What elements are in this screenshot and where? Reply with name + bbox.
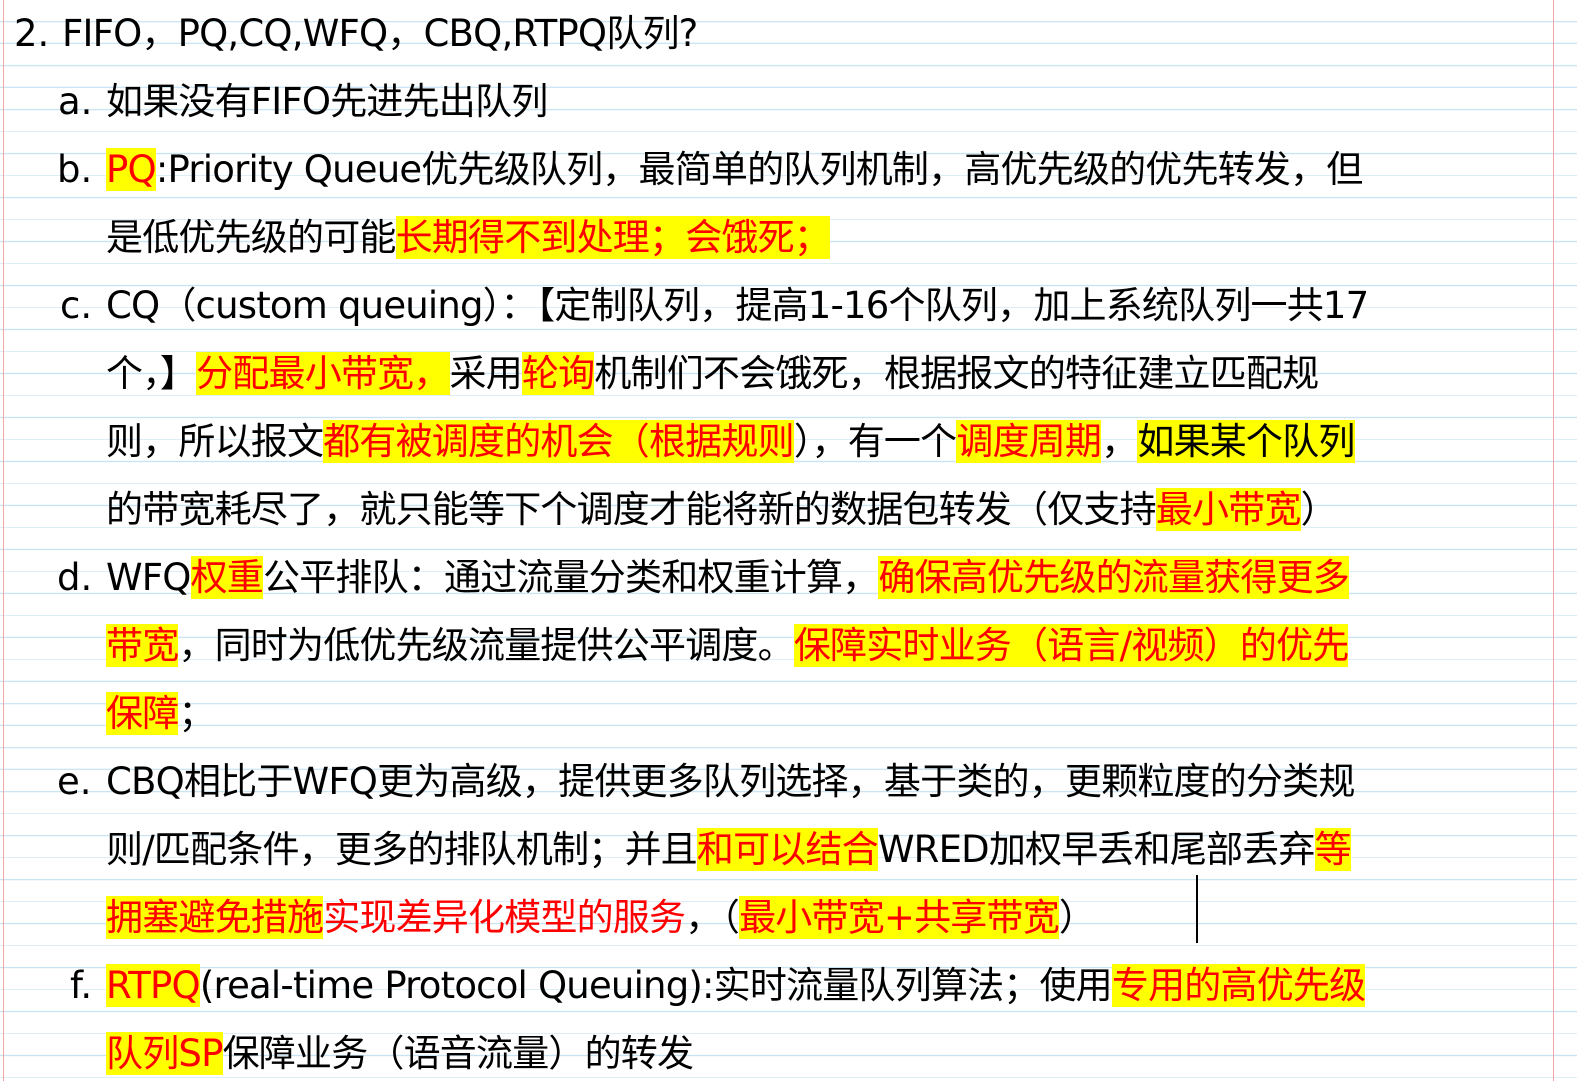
- item-line: PQ:Priority Queue优先级队列，最简单的队列机制，高优先级的优先转…: [106, 136, 1363, 204]
- item-line: 则/匹配条件，更多的排队机制；并且和可以结合WRED加权早丢和尾部丢弃等: [106, 816, 1352, 884]
- text-run: 采用: [449, 352, 523, 395]
- text-run: 都有被调度的机会（根据规则: [323, 420, 795, 463]
- text-run: RTPQ: [106, 964, 201, 1007]
- text-run: 队列SP: [106, 1032, 223, 1075]
- item-marker: c.: [60, 284, 93, 327]
- text-run: WRED加权早丢和尾部丢弃: [877, 828, 1316, 871]
- text-run: 最小带宽+共享带宽: [739, 896, 1060, 939]
- text-run: 分配最小带宽，: [196, 352, 450, 395]
- text-run: :Priority Queue优先级队列，最简单的队列机制，高优先级的优先转发，…: [155, 148, 1363, 191]
- text-run: ；: [178, 692, 215, 735]
- text-run: WFQ: [106, 556, 191, 599]
- text-run: 则/匹配条件，更多的排队机制；并且: [106, 828, 698, 871]
- item-line: RTPQ(real-time Protocol Queuing):实时流量队列算…: [106, 952, 1366, 1020]
- item-line: 个，】分配最小带宽，采用轮询机制们不会饿死，根据报文的特征建立匹配规: [106, 340, 1319, 408]
- text-run: 如果某个队列: [1137, 420, 1355, 463]
- text-run: 权重: [190, 556, 264, 599]
- left-margin-rule: [3, 0, 4, 1081]
- item-line: 带宽，同时为低优先级流量提供公平调度。保障实时业务（语言/视频）的优先: [106, 612, 1349, 680]
- text-run: ）: [1058, 896, 1096, 939]
- text-cursor: [1196, 875, 1198, 943]
- right-margin-rule: [1553, 0, 1554, 1081]
- text-run: 是低优先级的可能: [106, 216, 396, 259]
- text-run: 保障业务（语音流量）的转发: [222, 1032, 694, 1075]
- text-run: 轮询: [521, 352, 595, 395]
- text-run: 的带宽耗尽了，就只能等下个调度才能将新的数据包转发（仅支持: [106, 488, 1157, 531]
- heading-number: 2.: [14, 12, 50, 55]
- text-run: 带宽: [106, 624, 179, 667]
- text-run: 机制们不会饿死，根据报文的特征建立匹配规: [594, 352, 1319, 395]
- text-run: 如果没有FIFO先进先出队列: [106, 80, 548, 123]
- text-run: 长期得不到处理；会饿死；: [395, 216, 831, 259]
- item-marker: f.: [70, 964, 93, 1007]
- item-line: 拥塞避免措施实现差异化模型的服务，（最小带宽+共享带宽）: [106, 884, 1096, 952]
- text-run: 最小带宽: [1155, 488, 1301, 531]
- item-line: 保障；: [106, 680, 215, 748]
- text-run: ）: [1300, 488, 1338, 531]
- item-line: WFQ权重公平排队：通过流量分类和权重计算，确保高优先级的流量获得更多: [106, 544, 1350, 612]
- text-run: 确保高优先级的流量获得更多: [878, 556, 1350, 599]
- text-run: ，（: [685, 896, 740, 939]
- item-marker: e.: [57, 760, 92, 803]
- text-run: 公平排队：通过流量分类和权重计算，: [263, 556, 879, 599]
- item-line: 的带宽耗尽了，就只能等下个调度才能将新的数据包转发（仅支持最小带宽）: [106, 476, 1338, 544]
- text-run: 个，】: [106, 352, 197, 395]
- item-line: CQ（custom queuing）：【定制队列，提高1-16个队列，加上系统队…: [106, 272, 1369, 340]
- text-run: (real-time Protocol Queuing):实时流量队列算法；使用: [199, 964, 1113, 1007]
- item-line: 是低优先级的可能长期得不到处理；会饿死；: [106, 204, 831, 272]
- text-run: 专用的高优先级: [1111, 964, 1366, 1007]
- text-run: 和可以结合: [696, 828, 879, 871]
- text-run: 保障实时业务（语言/视频）的优先: [793, 624, 1349, 667]
- item-marker: a.: [58, 80, 93, 123]
- text-run: 则，所以报文: [106, 420, 324, 463]
- text-run: 保障: [106, 692, 179, 735]
- item-line: 则，所以报文都有被调度的机会（根据规则），有一个调度周期，如果某个队列: [106, 408, 1355, 476]
- item-marker: d.: [57, 556, 93, 599]
- text-run: ，: [1101, 420, 1138, 463]
- item-line: 队列SP保障业务（语音流量）的转发: [106, 1020, 694, 1088]
- heading-text: FIFO，PQ,CQ,WFQ，CBQ,RTPQ队列?: [62, 12, 698, 55]
- item-line: CBQ相比于WFQ更为高级，提供更多队列选择，基于类的，更颗粒度的分类规: [106, 748, 1355, 816]
- text-run: CQ（custom queuing）：【定制队列，提高1-16个队列，加上系统队…: [106, 284, 1369, 327]
- text-run: 实现差异化模型的服务: [323, 896, 686, 939]
- text-run: ），有一个: [793, 420, 957, 463]
- text-run: CBQ相比于WFQ更为高级，提供更多队列选择，基于类的，更颗粒度的分类规: [106, 760, 1355, 803]
- item-line: 如果没有FIFO先进先出队列: [106, 68, 548, 136]
- text-run: 等: [1314, 828, 1352, 871]
- item-marker: b.: [57, 148, 93, 191]
- text-run: 拥塞避免措施: [106, 896, 324, 939]
- text-run: PQ: [106, 148, 157, 191]
- text-run: 调度周期: [956, 420, 1102, 463]
- text-run: ，同时为低优先级流量提供公平调度。: [178, 624, 794, 667]
